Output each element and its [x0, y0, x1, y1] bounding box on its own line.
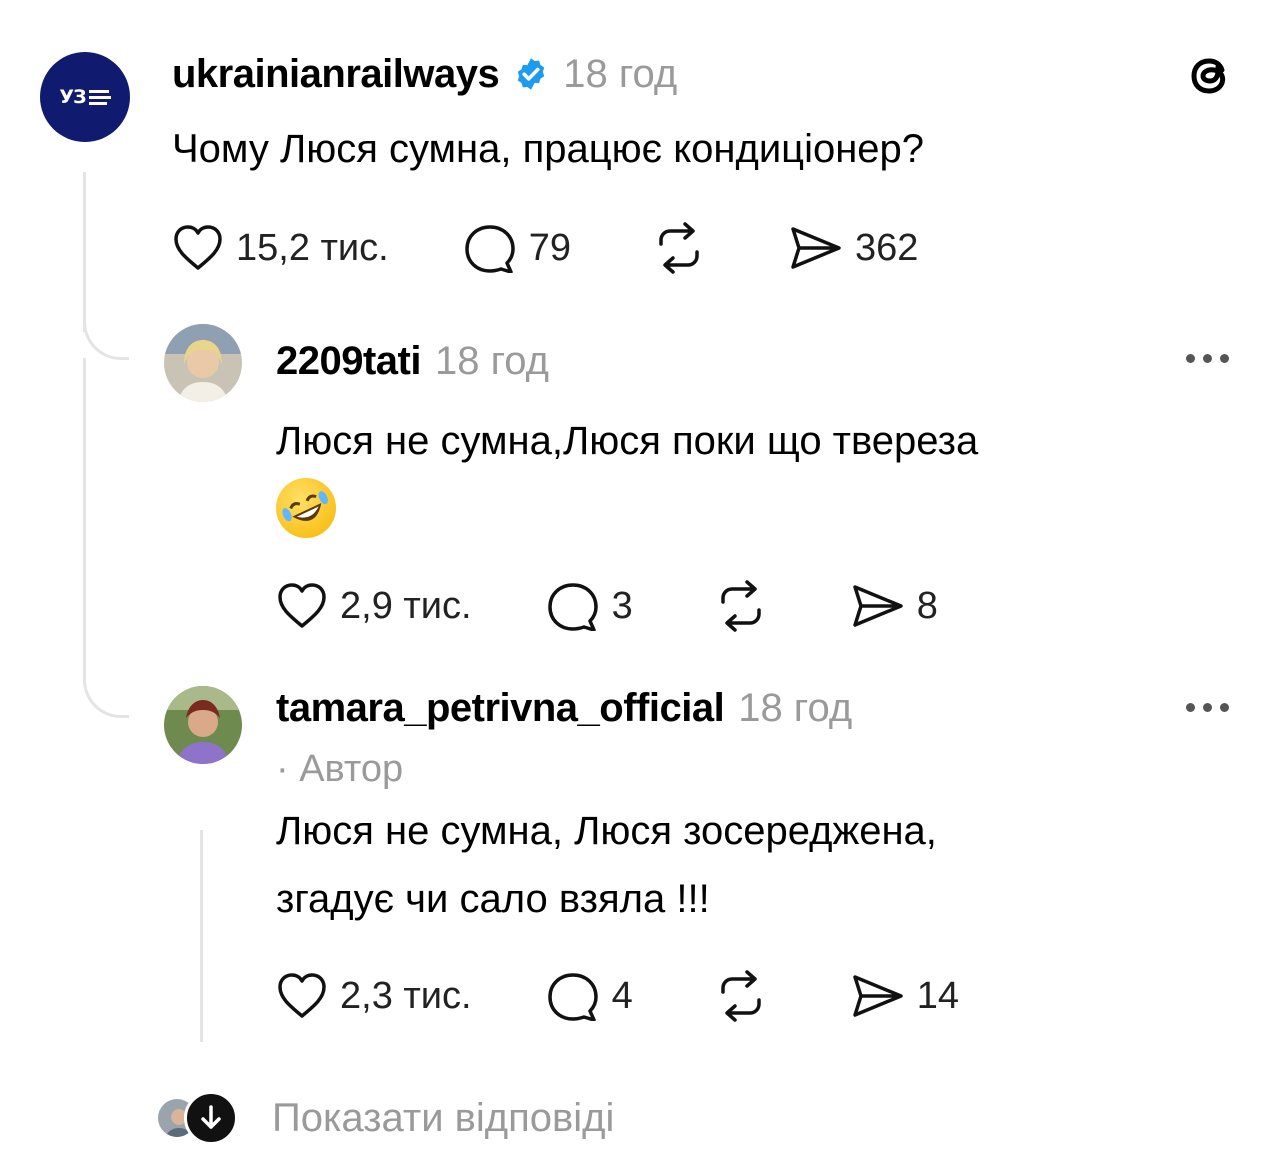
- avatar-tamara-petrivna-official[interactable]: [164, 686, 242, 764]
- heart-icon: [174, 225, 222, 270]
- reply-2-header: tamara_petrivna_official 18 год: [276, 680, 852, 736]
- comment-button[interactable]: 79: [463, 223, 571, 273]
- reply-1-like-count: 2,9 тис.: [340, 584, 472, 627]
- threads-logo-icon[interactable]: [1182, 48, 1238, 104]
- send-icon: [852, 585, 903, 627]
- heart-icon: [278, 583, 326, 628]
- thread-curve-2: [83, 674, 129, 718]
- share-button[interactable]: 362: [787, 223, 918, 273]
- reply-1-share-button[interactable]: 8: [849, 581, 938, 631]
- thread-curve-1: [83, 320, 129, 360]
- reply-1-header: 2209tati 18 год: [276, 334, 549, 388]
- reply-2-like-button[interactable]: 2,3 тис.: [276, 972, 472, 1020]
- reply-1-username[interactable]: 2209tati: [276, 339, 421, 384]
- reply-1-comment-count: 3: [611, 584, 633, 627]
- reply-2-actions: 2,3 тис. 4 14: [276, 968, 959, 1024]
- reply-1-repost-button[interactable]: [713, 580, 769, 632]
- avatar-logo-text: УЗ: [59, 86, 86, 108]
- reply-2-text-line-1: Люся не сумна, Люся зосереджена,: [276, 809, 937, 853]
- reply-1-like-button[interactable]: 2,9 тис.: [276, 582, 472, 630]
- send-icon: [791, 227, 841, 269]
- post-header: ukrainianrailways 18 год: [172, 46, 677, 102]
- show-replies-button[interactable]: Показати відповіді: [156, 1090, 614, 1146]
- avatar-photo: [164, 324, 242, 402]
- comment-count: 79: [528, 226, 571, 269]
- comment-bubble-icon: [547, 973, 598, 1021]
- repost-icon: [720, 580, 761, 632]
- reply-2-share-count: 14: [916, 974, 959, 1017]
- reply-1-comment-button[interactable]: 3: [546, 581, 633, 631]
- logo-bars: [88, 89, 111, 105]
- thread-line-3: [200, 830, 203, 1042]
- reply-2-comment-button[interactable]: 4: [546, 971, 633, 1021]
- reply-2-like-count: 2,3 тис.: [340, 974, 472, 1017]
- reply-2-comment-count: 4: [611, 974, 633, 1017]
- send-icon: [852, 975, 903, 1017]
- arrow-down-icon: [184, 1091, 238, 1145]
- comment-bubble-icon: [547, 583, 598, 631]
- avatar-photo: [164, 686, 242, 764]
- avatar-ukrainianrailways[interactable]: УЗ: [40, 52, 130, 142]
- like-button[interactable]: 15,2 тис.: [172, 224, 389, 272]
- show-replies-label: Показати відповіді: [272, 1095, 615, 1140]
- more-dots-icon[interactable]: [1186, 703, 1229, 712]
- heart-icon: [278, 973, 326, 1018]
- repost-button[interactable]: [651, 222, 707, 274]
- verified-badge-icon: [518, 58, 545, 90]
- comment-bubble-icon: [464, 225, 515, 273]
- more-dots-icon[interactable]: [1186, 354, 1229, 363]
- reply-2-repost-button[interactable]: [713, 970, 769, 1022]
- like-count: 15,2 тис.: [236, 226, 389, 269]
- reply-2-username[interactable]: tamara_petrivna_official: [276, 686, 725, 731]
- reply-2-text-line-2: згадує чи сало взяла !!!: [276, 877, 710, 921]
- post-text: Чому Люся сумна, працює кондиціонер?: [172, 127, 925, 171]
- post-time: 18 год: [563, 51, 678, 96]
- reply-1-actions: 2,9 тис. 3 8: [276, 578, 938, 634]
- post-actions: 15,2 тис. 79 362: [172, 220, 918, 276]
- share-count: 362: [855, 226, 919, 269]
- reply-1-share-count: 8: [916, 584, 938, 627]
- thread-line: [83, 172, 86, 332]
- reply-1-time: 18 год: [434, 338, 550, 383]
- rolling-on-floor-laughing-emoji-icon: [276, 478, 336, 538]
- repost-icon: [720, 970, 761, 1022]
- emoji-face: [282, 491, 328, 522]
- author-tag: · Автор: [276, 748, 404, 790]
- reply-2-share-button[interactable]: 14: [849, 971, 959, 1021]
- avatar-2209tati[interactable]: [164, 324, 242, 402]
- thread-line-2: [83, 358, 86, 674]
- post-username[interactable]: ukrainianrailways: [172, 52, 500, 97]
- reply-1-text: Люся не сумна,Люся поки що твереза: [276, 419, 979, 463]
- reply-2-time: 18 год: [738, 685, 853, 730]
- repost-icon: [659, 222, 699, 274]
